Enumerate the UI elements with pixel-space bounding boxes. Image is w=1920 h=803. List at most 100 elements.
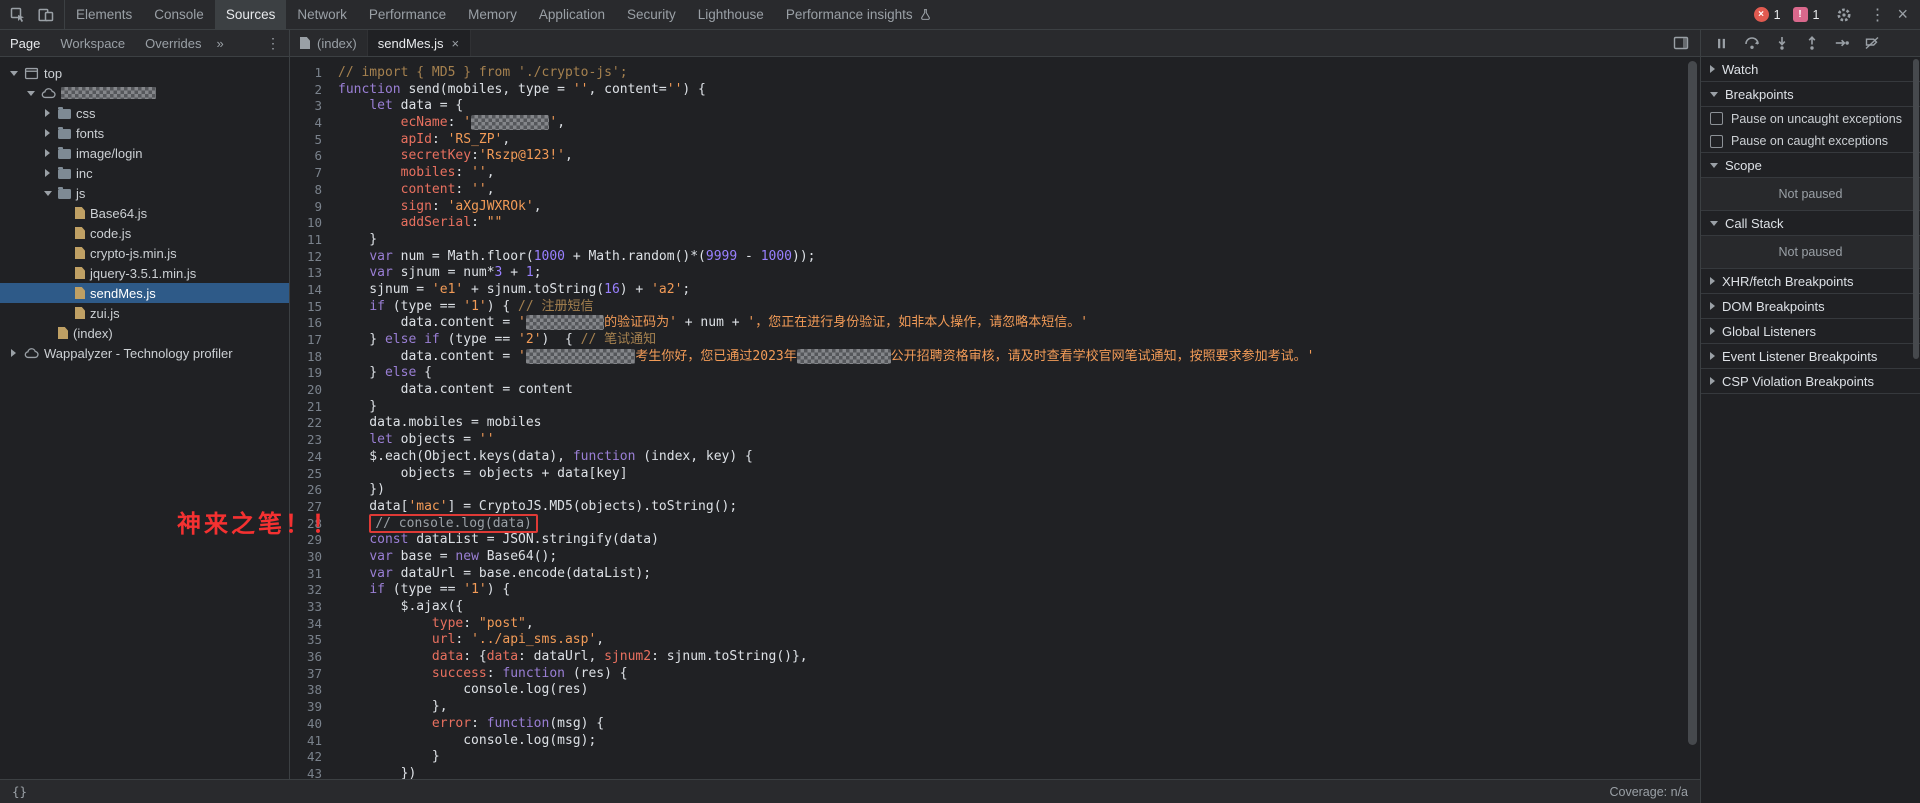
tab-application[interactable]: Application — [528, 0, 616, 29]
section-header-global-listeners[interactable]: Global Listeners — [1701, 319, 1920, 344]
step-into-button[interactable] — [1768, 32, 1795, 55]
deactivate-breakpoints-button[interactable] — [1858, 32, 1885, 55]
issues-badge[interactable]: ! 1 — [1793, 7, 1820, 22]
inspect-element-button[interactable] — [5, 3, 31, 27]
tab-lighthouse[interactable]: Lighthouse — [687, 0, 775, 29]
line-number[interactable]: 11 — [290, 232, 338, 249]
line-number[interactable]: 8 — [290, 182, 338, 199]
line-number[interactable]: 42 — [290, 749, 338, 766]
tree-item-base64-js[interactable]: Base64.js — [0, 203, 289, 223]
line-number[interactable]: 36 — [290, 649, 338, 666]
tree-item-code-js[interactable]: code.js — [0, 223, 289, 243]
more-navigator-tabs-icon[interactable]: » — [212, 36, 229, 51]
section-header-breakpoints[interactable]: Breakpoints — [1701, 82, 1920, 107]
tree-item-inc[interactable]: inc — [0, 163, 289, 183]
checkbox-row-pause-on-caught-exceptions[interactable]: Pause on caught exceptions — [1701, 130, 1920, 153]
line-number[interactable]: 12 — [290, 249, 338, 266]
code-editor[interactable]: 1// import { MD5 } from './crypto-js';2f… — [290, 57, 1700, 803]
line-number[interactable]: 9 — [290, 199, 338, 216]
line-number[interactable]: 7 — [290, 165, 338, 182]
line-number[interactable]: 38 — [290, 682, 338, 699]
section-header-csp-violation-breakpoints[interactable]: CSP Violation Breakpoints — [1701, 369, 1920, 394]
section-header-call-stack[interactable]: Call Stack — [1701, 211, 1920, 236]
line-number[interactable]: 3 — [290, 98, 338, 115]
settings-button[interactable] — [1831, 3, 1857, 27]
checkbox-row-pause-on-uncaught-exceptions[interactable]: Pause on uncaught exceptions — [1701, 107, 1920, 130]
tree-item-zui-js[interactable]: zui.js — [0, 303, 289, 323]
chevron-right-icon[interactable] — [45, 149, 50, 157]
navigator-tab-workspace[interactable]: Workspace — [50, 30, 135, 56]
line-number[interactable]: 14 — [290, 282, 338, 299]
line-number[interactable]: 21 — [290, 399, 338, 416]
editor-tab-sendmes-js[interactable]: sendMes.js× — [368, 30, 471, 56]
tab-network[interactable]: Network — [286, 0, 358, 29]
line-number[interactable]: 5 — [290, 132, 338, 149]
tab-elements[interactable]: Elements — [65, 0, 143, 29]
chevron-right-icon[interactable] — [45, 109, 50, 117]
section-header-xhr-fetch-breakpoints[interactable]: XHR/fetch Breakpoints — [1701, 269, 1920, 294]
error-badge[interactable]: × 1 — [1754, 7, 1781, 22]
tree-item-redacted[interactable] — [0, 83, 289, 103]
line-number[interactable]: 34 — [290, 616, 338, 633]
tree-item-image-login[interactable]: image/login — [0, 143, 289, 163]
line-number[interactable]: 30 — [290, 549, 338, 566]
line-number[interactable]: 39 — [290, 699, 338, 716]
chevron-right-icon[interactable] — [45, 129, 50, 137]
tree-item-index[interactable]: (index) — [0, 323, 289, 343]
line-number[interactable]: 27 — [290, 499, 338, 516]
line-number[interactable]: 41 — [290, 733, 338, 750]
toggle-debugger-sidebar-button[interactable] — [1668, 31, 1694, 55]
chevron-right-icon[interactable] — [45, 169, 50, 177]
line-number[interactable]: 19 — [290, 365, 338, 382]
step-button[interactable] — [1828, 32, 1855, 55]
device-toolbar-button[interactable] — [33, 3, 59, 27]
line-number[interactable]: 20 — [290, 382, 338, 399]
section-header-dom-breakpoints[interactable]: DOM Breakpoints — [1701, 294, 1920, 319]
tab-performance[interactable]: Performance — [358, 0, 457, 29]
line-number[interactable]: 29 — [290, 532, 338, 549]
line-number[interactable]: 15 — [290, 299, 338, 316]
close-tab-icon[interactable]: × — [451, 36, 461, 51]
line-number[interactable]: 40 — [290, 716, 338, 733]
navigator-kebab-icon[interactable]: ⋮ — [257, 35, 289, 52]
tree-item-fonts[interactable]: fonts — [0, 123, 289, 143]
tree-item-jquery-3-5-1-min-js[interactable]: jquery-3.5.1.min.js — [0, 263, 289, 283]
editor-scrollbar[interactable] — [1688, 61, 1698, 773]
line-number[interactable]: 16 — [290, 315, 338, 332]
line-number[interactable]: 24 — [290, 449, 338, 466]
section-header-watch[interactable]: Watch — [1701, 57, 1920, 82]
step-out-button[interactable] — [1798, 32, 1825, 55]
navigator-tab-page[interactable]: Page — [0, 30, 50, 56]
line-number[interactable]: 17 — [290, 332, 338, 349]
tab-security[interactable]: Security — [616, 0, 687, 29]
debugger-scrollbar[interactable] — [1913, 59, 1919, 359]
line-number[interactable]: 22 — [290, 415, 338, 432]
line-number[interactable]: 28 — [290, 516, 338, 533]
line-number[interactable]: 18 — [290, 349, 338, 366]
kebab-menu-icon[interactable]: ⋮ — [1869, 5, 1885, 25]
line-number[interactable]: 10 — [290, 215, 338, 232]
line-number[interactable]: 6 — [290, 148, 338, 165]
tab-sources[interactable]: Sources — [215, 0, 287, 29]
tree-item-top[interactable]: top — [0, 63, 289, 83]
tree-item-crypto-js-min-js[interactable]: crypto-js.min.js — [0, 243, 289, 263]
line-number[interactable]: 25 — [290, 466, 338, 483]
checkbox-unchecked[interactable] — [1710, 112, 1723, 125]
tree-item-css[interactable]: css — [0, 103, 289, 123]
pretty-print-button[interactable]: {} — [12, 784, 27, 799]
tab-performance-insights[interactable]: Performance insights — [775, 0, 943, 29]
line-number[interactable]: 37 — [290, 666, 338, 683]
pause-button[interactable] — [1708, 32, 1735, 55]
tab-console[interactable]: Console — [143, 0, 215, 29]
chevron-down-icon[interactable] — [27, 91, 35, 96]
line-number[interactable]: 1 — [290, 65, 338, 82]
line-number[interactable]: 31 — [290, 566, 338, 583]
editor-scrollbar-thumb[interactable] — [1688, 61, 1697, 745]
section-header-scope[interactable]: Scope — [1701, 153, 1920, 178]
close-devtools-icon[interactable]: × — [1897, 4, 1908, 25]
line-number[interactable]: 35 — [290, 632, 338, 649]
line-number[interactable]: 2 — [290, 82, 338, 99]
chevron-down-icon[interactable] — [10, 71, 18, 76]
tree-item-js[interactable]: js — [0, 183, 289, 203]
checkbox-unchecked[interactable] — [1710, 135, 1723, 148]
